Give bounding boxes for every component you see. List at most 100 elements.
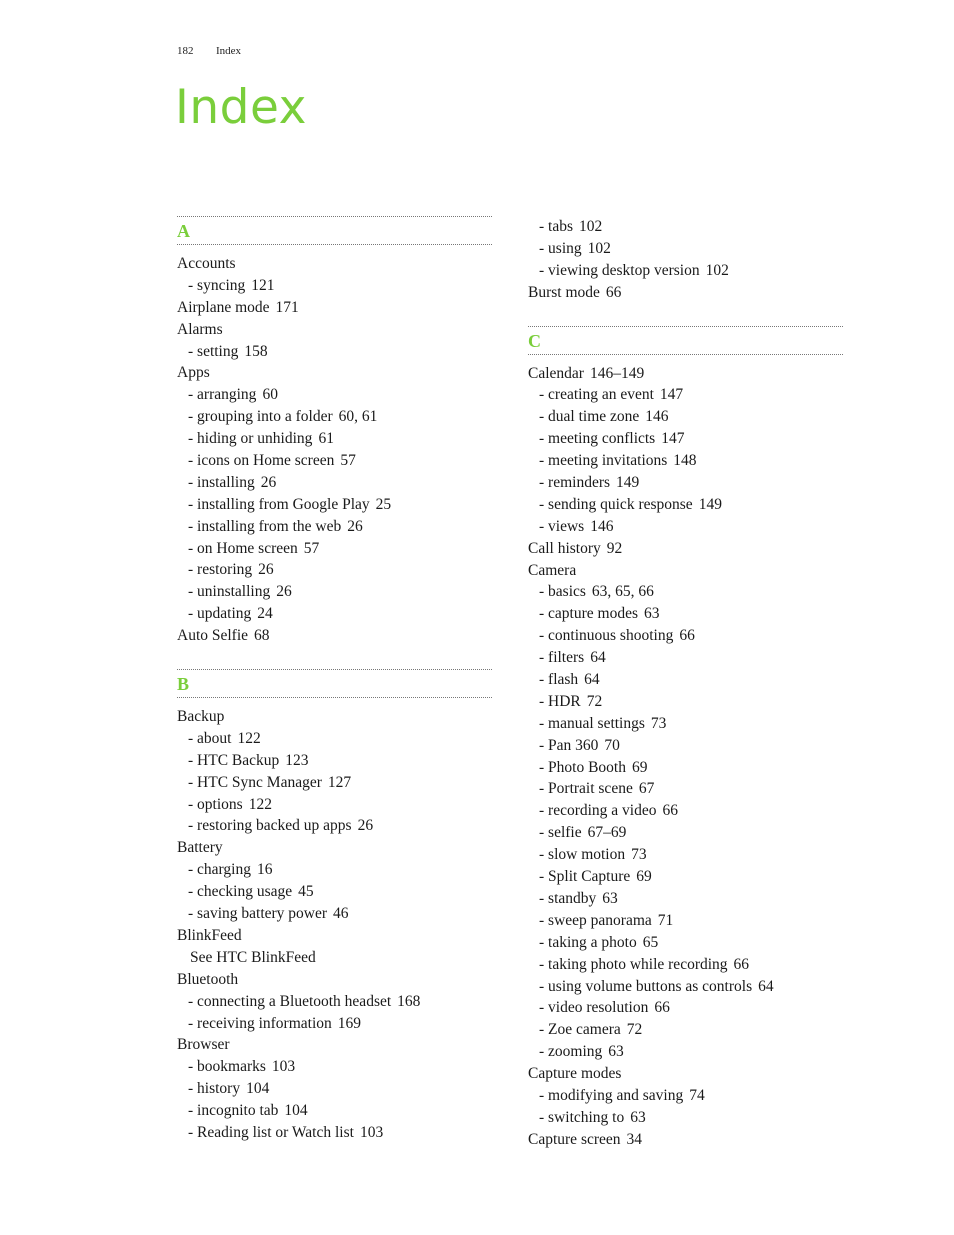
- entry-term: - basics: [539, 583, 586, 601]
- entry-page-link[interactable]: 57: [340, 452, 356, 469]
- index-entry: Bluetooth: [177, 969, 492, 991]
- entry-term: - using volume buttons as controls: [539, 977, 753, 995]
- index-subentry: - creating an event 147: [528, 384, 843, 406]
- entry-term: - uninstalling: [188, 583, 271, 601]
- entry-page-link[interactable]: 68: [254, 627, 270, 644]
- entry-page-link[interactable]: 70: [604, 737, 620, 754]
- entry-page-link[interactable]: 26: [261, 474, 277, 491]
- entry-page-link[interactable]: 66: [606, 284, 622, 301]
- entry-page-link[interactable]: 57: [304, 540, 320, 557]
- entry-page-link[interactable]: 103: [272, 1058, 295, 1075]
- entry-page-link[interactable]: 60, 61: [339, 408, 378, 425]
- entry-page-link[interactable]: 149: [616, 474, 639, 491]
- entry-page-link[interactable]: 73: [631, 846, 647, 863]
- entry-page-link[interactable]: 121: [251, 277, 274, 294]
- entry-page-link[interactable]: 92: [607, 540, 623, 557]
- entry-page-link[interactable]: 64: [590, 649, 606, 666]
- entry-term: Apps: [177, 364, 210, 382]
- entry-page-link[interactable]: 26: [347, 518, 363, 535]
- page-number: 182: [177, 45, 194, 57]
- index-subentry: - grouping into a folder 60, 61: [177, 406, 492, 428]
- index-subentry: - meeting invitations 148: [528, 450, 843, 472]
- entry-term: - Pan 360: [539, 736, 599, 754]
- entry-page-link[interactable]: 66: [679, 627, 695, 644]
- entry-term: - saving battery power: [188, 905, 328, 923]
- index-subentry: - receiving information 169: [177, 1013, 492, 1035]
- entry-page-link[interactable]: 158: [244, 343, 267, 360]
- index-subentry: - charging 16: [177, 859, 492, 881]
- entry-page-link[interactable]: 127: [328, 774, 351, 791]
- entry-page-link[interactable]: 45: [298, 883, 314, 900]
- entry-page-link[interactable]: 146: [590, 518, 613, 535]
- entry-page-link[interactable]: 72: [627, 1021, 643, 1038]
- entry-page-link[interactable]: 64: [758, 978, 774, 995]
- entry-page-link[interactable]: 169: [338, 1015, 361, 1032]
- entry-page-link[interactable]: 65: [643, 934, 659, 951]
- index-entry: Apps: [177, 362, 492, 384]
- entry-page-link[interactable]: 72: [587, 693, 603, 710]
- entry-page-link[interactable]: 102: [579, 218, 602, 235]
- entry-page-link[interactable]: 149: [699, 496, 722, 513]
- entry-page-link[interactable]: 146–149: [590, 365, 644, 382]
- entry-page-link[interactable]: 66: [663, 802, 679, 819]
- entry-page-link[interactable]: 26: [358, 817, 374, 834]
- entry-term: - history: [188, 1080, 241, 1098]
- entry-page-link[interactable]: 171: [276, 299, 299, 316]
- entry-term: Camera: [528, 561, 577, 579]
- entry-term: - filters: [539, 649, 585, 667]
- entry-page-link[interactable]: 26: [258, 561, 274, 578]
- entry-term: - video resolution: [539, 999, 649, 1017]
- entry-page-link[interactable]: 147: [661, 430, 684, 447]
- index-subentry: - restoring 26: [177, 559, 492, 581]
- entry-page-link[interactable]: 66: [654, 999, 670, 1016]
- entry-page-link[interactable]: 123: [285, 752, 308, 769]
- index-subentry: - on Home screen 57: [177, 538, 492, 560]
- entry-page-link[interactable]: 63: [644, 605, 660, 622]
- entry-page-link[interactable]: 60: [262, 386, 278, 403]
- entry-page-link[interactable]: 34: [627, 1131, 643, 1148]
- entry-page-link[interactable]: 66: [734, 956, 750, 973]
- index-subentry: - switching to 63: [528, 1107, 843, 1129]
- entry-page-link[interactable]: 146: [645, 408, 668, 425]
- entry-page-link[interactable]: 102: [588, 240, 611, 257]
- entry-page-link[interactable]: 168: [397, 993, 420, 1010]
- entry-page-link[interactable]: 102: [706, 262, 729, 279]
- entry-page-link[interactable]: 63, 65, 66: [592, 583, 654, 600]
- page-title: Index: [175, 80, 307, 135]
- entry-page-link[interactable]: 122: [249, 796, 272, 813]
- entry-page-link[interactable]: 64: [584, 671, 600, 688]
- entry-page-link[interactable]: 63: [602, 890, 618, 907]
- entry-page-link[interactable]: 122: [237, 730, 260, 747]
- entry-page-link[interactable]: 73: [651, 715, 667, 732]
- entry-page-link[interactable]: 46: [333, 905, 349, 922]
- entry-page-link[interactable]: 74: [689, 1087, 705, 1104]
- index-subentry: - HDR 72: [528, 691, 843, 713]
- entry-term: - about: [188, 729, 232, 747]
- entry-page-link[interactable]: 67–69: [588, 824, 627, 841]
- entry-page-link[interactable]: 148: [673, 452, 696, 469]
- entry-page-link[interactable]: 69: [632, 759, 648, 776]
- entry-term: - updating: [188, 605, 252, 623]
- entry-page-link[interactable]: 63: [630, 1109, 646, 1126]
- index-subentry: - modifying and saving 74: [528, 1085, 843, 1107]
- entry-page-link[interactable]: 63: [608, 1043, 624, 1060]
- running-head-section: Index: [216, 45, 242, 57]
- index-subentry: - taking photo while recording 66: [528, 954, 843, 976]
- entry-page-link[interactable]: 67: [639, 780, 655, 797]
- index-subentry: - checking usage 45: [177, 881, 492, 903]
- entry-term: - grouping into a folder: [188, 408, 333, 426]
- entry-page-link[interactable]: 61: [318, 430, 334, 447]
- index-column-right: - tabs 102- using 102- viewing desktop ver…: [528, 216, 843, 1151]
- entry-page-link[interactable]: 103: [360, 1124, 383, 1141]
- entry-page-link[interactable]: 147: [660, 386, 683, 403]
- entry-page-link[interactable]: 104: [246, 1080, 269, 1097]
- entry-page-link[interactable]: 24: [257, 605, 273, 622]
- entry-page-link[interactable]: 104: [284, 1102, 307, 1119]
- entry-page-link[interactable]: 25: [376, 496, 392, 513]
- entry-page-link[interactable]: 26: [276, 583, 292, 600]
- entry-page-link[interactable]: 69: [636, 868, 652, 885]
- entry-page-link[interactable]: 71: [658, 912, 674, 929]
- index-subentry: - capture modes 63: [528, 603, 843, 625]
- entry-page-link[interactable]: 16: [257, 861, 273, 878]
- letter-heading: A: [177, 216, 492, 245]
